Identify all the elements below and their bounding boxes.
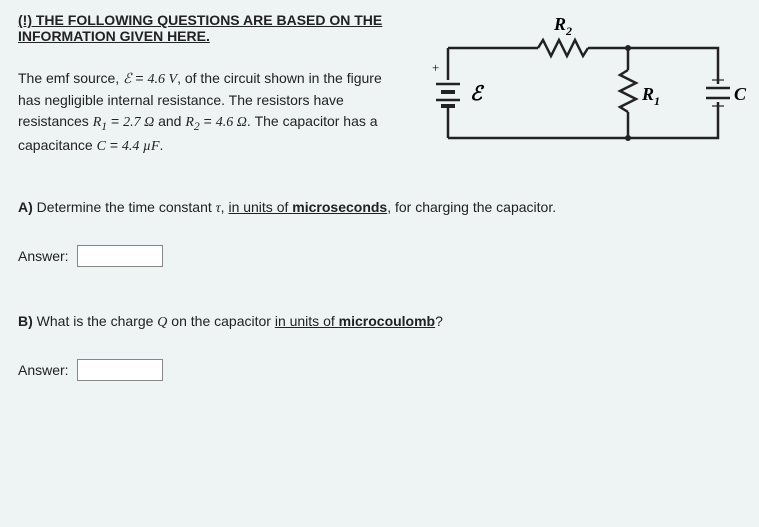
txt: The emf source, [18, 70, 123, 86]
txt: , for charging the capacitor. [387, 199, 556, 215]
heading-line2: INFORMATION GIVEN HERE. [18, 28, 210, 44]
txt: in units of [275, 313, 339, 329]
txt: in units of [228, 199, 292, 215]
emf-symbol: ℰ [123, 72, 131, 87]
answer-input-b[interactable] [77, 359, 163, 381]
txt: . [160, 137, 164, 153]
question-a: A) Determine the time constant τ, in uni… [18, 197, 741, 219]
eq: = [107, 113, 123, 129]
answer-input-a[interactable] [77, 245, 163, 267]
answer-label-b: Answer: [18, 362, 69, 378]
emf-value: 4.6 V [148, 72, 178, 87]
problem-statement: The emf source, ℰ = 4.6 V, of the circui… [18, 68, 398, 157]
r2-label: R2 [553, 14, 572, 38]
eq: = [106, 137, 122, 153]
unit-a: microseconds [292, 199, 387, 215]
r1-value: 2.7 Ω [123, 115, 154, 130]
r1-sym: R [93, 115, 102, 130]
txt: Determine the time constant [33, 199, 216, 215]
q-symbol: Q [157, 315, 167, 330]
c-sym: C [97, 139, 106, 154]
txt: ? [435, 313, 443, 329]
label-a: A) [18, 199, 33, 215]
r2-sym: R [185, 115, 194, 130]
emf-label: ℰ [470, 83, 485, 105]
answer-row-b: Answer: [18, 359, 741, 381]
worksheet-page: (!) THE FOLLOWING QUESTIONS ARE BASED ON… [0, 0, 759, 393]
heading-line1: (!) THE FOLLOWING QUESTIONS ARE BASED ON… [18, 12, 382, 28]
answer-row-a: Answer: [18, 245, 741, 267]
circuit-diagram: + ℰ C R2 R1 [418, 8, 748, 161]
txt: and [154, 113, 185, 129]
section-heading: (!) THE FOLLOWING QUESTIONS ARE BASED ON… [18, 12, 398, 44]
eq: = [132, 70, 148, 86]
label-b: B) [18, 313, 33, 329]
answer-label-a: Answer: [18, 248, 69, 264]
top-row: (!) THE FOLLOWING QUESTIONS ARE BASED ON… [18, 12, 741, 161]
txt: What is the charge [33, 313, 158, 329]
r2-value: 4.6 Ω [216, 115, 247, 130]
txt: on the capacitor [167, 313, 274, 329]
c-value: 4.4 µF [122, 139, 160, 154]
plus-label: + [432, 60, 439, 75]
c-label: C [734, 84, 747, 104]
eq: = [200, 113, 216, 129]
header-and-problem: (!) THE FOLLOWING QUESTIONS ARE BASED ON… [18, 12, 398, 157]
question-b: B) What is the charge Q on the capacitor… [18, 311, 741, 333]
r1-label: R1 [641, 84, 660, 108]
unit-b: microcoulomb [339, 313, 435, 329]
